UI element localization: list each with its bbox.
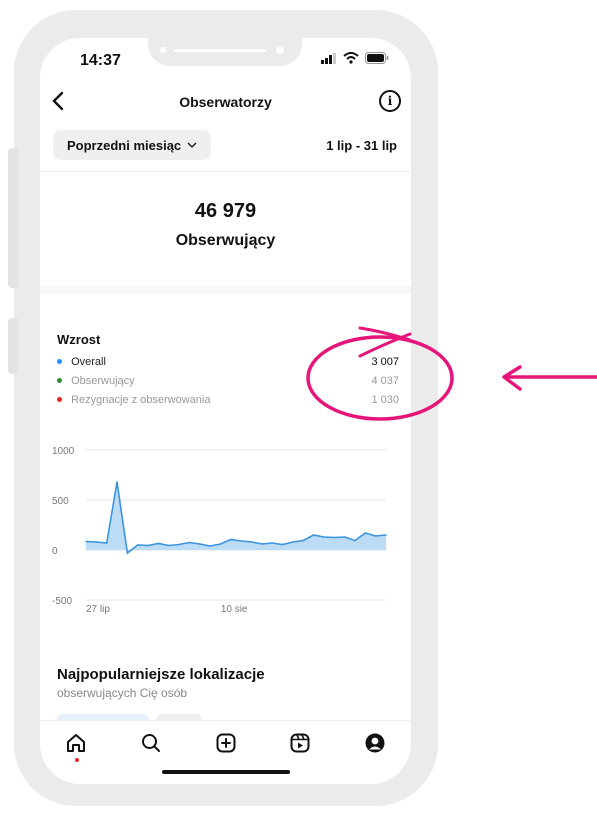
data-point	[333, 536, 336, 539]
data-point	[116, 481, 118, 483]
battery-icon	[365, 52, 389, 64]
data-point	[157, 542, 160, 545]
series-area	[86, 482, 386, 553]
data-point	[281, 543, 284, 546]
notification-dot	[75, 758, 79, 762]
legend-label: Obserwujący	[71, 375, 135, 387]
follower-label: Obserwujący	[175, 232, 276, 249]
legend-label: Overall	[71, 356, 106, 368]
chevron-down-icon	[187, 142, 197, 148]
section-separator	[40, 286, 411, 294]
data-point	[136, 544, 139, 546]
data-point	[85, 540, 87, 543]
phone-side-button	[8, 318, 18, 374]
wifi-icon	[343, 52, 359, 64]
status-time: 14:37	[80, 52, 121, 69]
data-point	[323, 536, 325, 538]
data-point	[374, 535, 377, 537]
data-point	[312, 534, 315, 536]
page-title: Obserwatorzy	[179, 94, 272, 110]
data-point	[354, 539, 356, 542]
data-point	[209, 545, 211, 547]
home-indicator	[162, 770, 290, 774]
home-icon[interactable]	[64, 731, 88, 755]
y-tick-label: 1000	[52, 446, 75, 457]
data-point	[385, 534, 387, 536]
y-tick-label: 500	[52, 496, 69, 507]
create-icon[interactable]	[214, 731, 238, 755]
info-icon[interactable]: i	[379, 90, 401, 112]
divider	[40, 171, 411, 172]
data-point	[199, 543, 201, 545]
data-point	[168, 544, 170, 547]
date-range: 1 lip - 31 lip	[326, 138, 397, 153]
data-point	[292, 541, 294, 543]
legend-dot	[57, 358, 62, 364]
data-point	[178, 543, 180, 546]
data-point	[250, 541, 253, 543]
legend-dot	[57, 377, 62, 383]
reels-icon[interactable]	[288, 731, 312, 755]
locations-title: Najpopularniejsze lokalizacje	[57, 666, 265, 683]
data-point	[219, 543, 222, 545]
x-tick-label: 10 sie	[221, 604, 248, 615]
legend-dot	[57, 396, 62, 402]
profile-icon[interactable]	[363, 731, 387, 755]
data-point	[95, 541, 98, 543]
locations-subtitle: obserwujących Cię osób	[57, 686, 188, 700]
legend-label: Rezygnacje z obserwowania	[71, 394, 211, 406]
search-icon[interactable]	[139, 731, 163, 755]
data-point	[302, 539, 304, 542]
period-dropdown[interactable]: Poprzedni miesiąc	[53, 130, 212, 160]
data-point	[364, 532, 367, 534]
data-point	[230, 538, 232, 541]
y-tick-label: -500	[52, 596, 72, 607]
data-point	[240, 540, 242, 542]
phone-side-button	[8, 148, 18, 288]
data-point	[188, 541, 191, 544]
status-icons	[321, 52, 389, 64]
nav-bar: Obserwatorzy i	[40, 88, 411, 116]
data-point	[126, 552, 129, 554]
y-tick-label: 0	[52, 546, 58, 557]
data-point	[261, 543, 263, 545]
tab-bar	[40, 720, 411, 762]
x-tick-label: 27 lip	[86, 604, 110, 615]
data-point	[343, 536, 346, 538]
period-label: Poprzedni miesiąc	[67, 137, 182, 153]
growth-title: Wzrost	[57, 332, 101, 347]
growth-chart: 1000 500 0 -500 27 lip 10 sie	[52, 446, 387, 615]
data-point	[271, 542, 273, 544]
data-point	[147, 544, 149, 547]
signal-icon	[321, 52, 336, 64]
arrow-left-icon	[502, 365, 597, 391]
data-point	[105, 542, 108, 544]
notch	[148, 38, 302, 66]
highlight-circle-annotation	[306, 326, 454, 421]
follower-count: 46 979	[194, 200, 257, 222]
